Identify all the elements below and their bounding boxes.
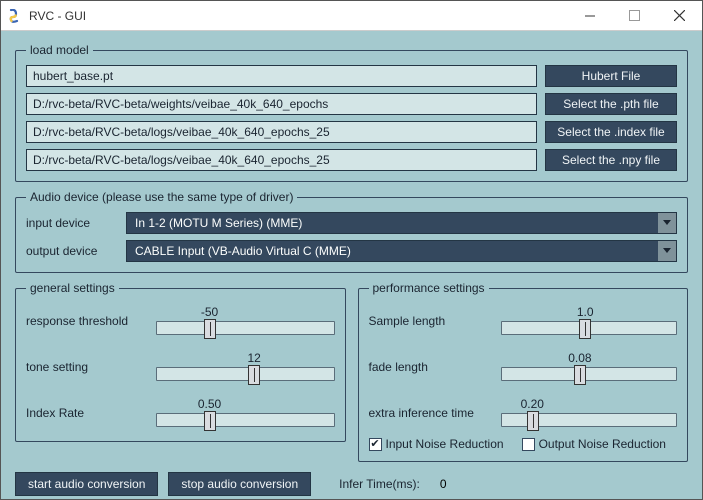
model-path-input-3[interactable] [26,149,537,171]
app-window: RVC - GUI load model Hubert File Select t… [0,0,703,500]
slider-thumb[interactable] [579,319,591,339]
load-model-group: load model Hubert File Select the .pth fi… [15,43,688,182]
check-label: Output Noise Reduction [539,437,666,451]
output-device-select[interactable]: CABLE Input (VB-Audio Virtual C (MME) [126,240,677,262]
model-browse-button-1[interactable]: Select the .pth file [545,93,677,115]
bottom-bar: start audio conversion stop audio conver… [15,472,688,496]
general-slider-0[interactable]: -50 [156,307,335,335]
general-slider-row-2: Index Rate 0.50 [26,395,335,431]
perf-slider-row-2: extra inference time 0.20 [369,395,678,431]
window-title: RVC - GUI [29,9,567,23]
output-device-value: CABLE Input (VB-Audio Virtual C (MME) [127,241,658,261]
model-browse-button-3[interactable]: Select the .npy file [545,149,677,171]
performance-settings-group: performance settings Sample length 1.0 fad… [358,281,689,462]
perf-slider-row-0: Sample length 1.0 [369,303,678,339]
perf-slider-1[interactable]: 0.08 [501,353,678,381]
noise-reduction-checks: ✔ Input Noise Reduction Output Noise Reduc… [369,437,678,451]
perf-slider-value-1: 0.08 [568,351,591,365]
slider-thumb[interactable] [204,319,216,339]
maximize-button[interactable] [612,1,657,30]
titlebar: RVC - GUI [1,1,702,31]
input-device-select[interactable]: In 1-2 (MOTU M Series) (MME) [126,212,677,234]
perf-slider-value-0: 1.0 [577,305,594,319]
app-icon [7,8,23,24]
infer-time-label: Infer Time(ms): [339,477,420,491]
performance-settings-legend: performance settings [369,281,489,295]
slider-track [156,413,335,427]
slider-thumb[interactable] [574,365,586,385]
general-slider-label-2: Index Rate [26,406,146,420]
model-path-input-1[interactable] [26,93,537,115]
slider-track [501,321,678,335]
checkbox-icon [522,438,535,451]
input-device-value: In 1-2 (MOTU M Series) (MME) [127,213,658,233]
settings-columns: general settings response threshold -50 to… [15,281,688,462]
noise-reduction-check-1[interactable]: Output Noise Reduction [522,437,666,451]
stop-conversion-button[interactable]: stop audio conversion [168,472,311,496]
client-area: load model Hubert File Select the .pth fi… [1,31,702,499]
noise-reduction-check-0[interactable]: ✔ Input Noise Reduction [369,437,504,451]
slider-track [156,321,335,335]
model-path-input-0[interactable] [26,65,537,87]
audio-device-group: Audio device (please use the same type o… [15,190,688,273]
perf-slider-row-1: fade length 0.08 [369,349,678,385]
general-slider-2[interactable]: 0.50 [156,399,335,427]
infer-time-value: 0 [440,477,447,491]
audio-device-legend: Audio device (please use the same type o… [26,190,297,204]
dropdown-arrow-icon [658,241,676,261]
general-settings-legend: general settings [26,281,119,295]
slider-thumb[interactable] [204,411,216,431]
general-slider-row-0: response threshold -50 [26,303,335,339]
input-device-label: input device [26,216,118,230]
slider-track [501,367,678,381]
window-controls [567,1,702,30]
general-slider-label-1: tone setting [26,360,146,374]
slider-track [156,367,335,381]
output-device-label: output device [26,244,118,258]
slider-track [501,413,678,427]
model-path-input-2[interactable] [26,121,537,143]
perf-slider-value-2: 0.20 [521,397,544,411]
dropdown-arrow-icon [658,213,676,233]
general-slider-value-0: -50 [201,305,218,319]
load-model-legend: load model [26,43,93,57]
perf-slider-2[interactable]: 0.20 [501,399,678,427]
general-slider-row-1: tone setting 12 [26,349,335,385]
perf-slider-label-0: Sample length [369,314,491,328]
start-conversion-button[interactable]: start audio conversion [15,472,158,496]
general-slider-value-1: 12 [247,351,260,365]
perf-slider-label-2: extra inference time [369,406,491,420]
general-slider-1[interactable]: 12 [156,353,335,381]
close-button[interactable] [657,1,702,30]
perf-slider-0[interactable]: 1.0 [501,307,678,335]
perf-slider-label-1: fade length [369,360,491,374]
checkbox-icon: ✔ [369,438,382,451]
general-slider-label-0: response threshold [26,314,146,328]
general-settings-group: general settings response threshold -50 to… [15,281,346,442]
general-slider-value-2: 0.50 [198,397,221,411]
model-browse-button-2[interactable]: Select the .index file [545,121,677,143]
slider-thumb[interactable] [248,365,260,385]
minimize-button[interactable] [567,1,612,30]
model-browse-button-0[interactable]: Hubert File [545,65,677,87]
check-label: Input Noise Reduction [386,437,504,451]
slider-thumb[interactable] [527,411,539,431]
